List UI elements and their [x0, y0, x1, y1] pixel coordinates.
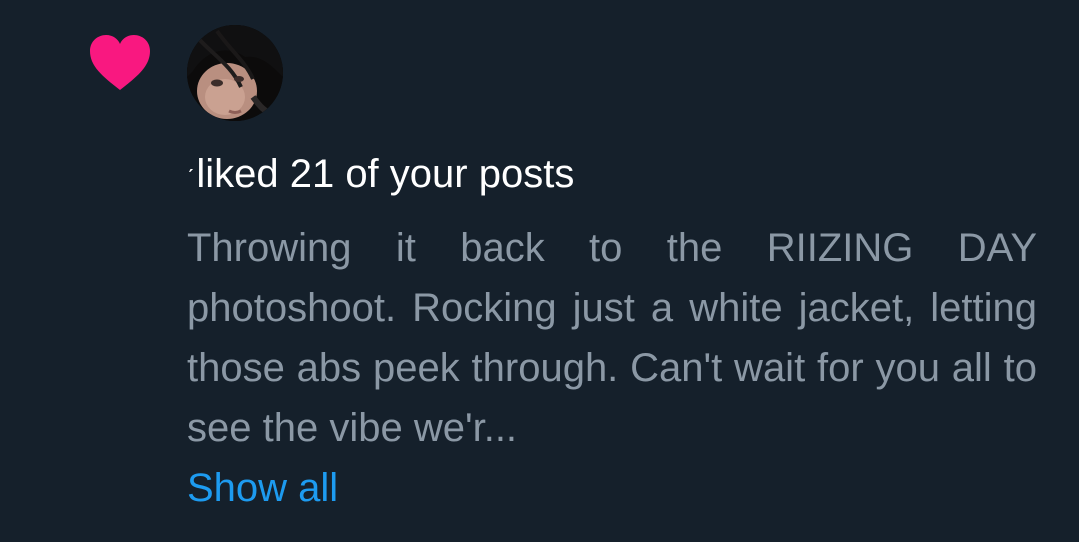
notification-headline: ˊliked 21 of your posts [187, 150, 574, 202]
post-preview-text: Throwing it back to the RIIZING DAY phot… [187, 226, 1037, 450]
avatar[interactable] [187, 25, 283, 121]
headline-text: liked 21 of your posts [196, 152, 575, 196]
show-all-link[interactable]: Show all [187, 462, 338, 514]
like-notification[interactable]: ˊliked 21 of your posts Throwing it back… [0, 0, 1079, 542]
user-name-fragment: ˊ [187, 165, 195, 190]
heart-icon [88, 34, 152, 92]
